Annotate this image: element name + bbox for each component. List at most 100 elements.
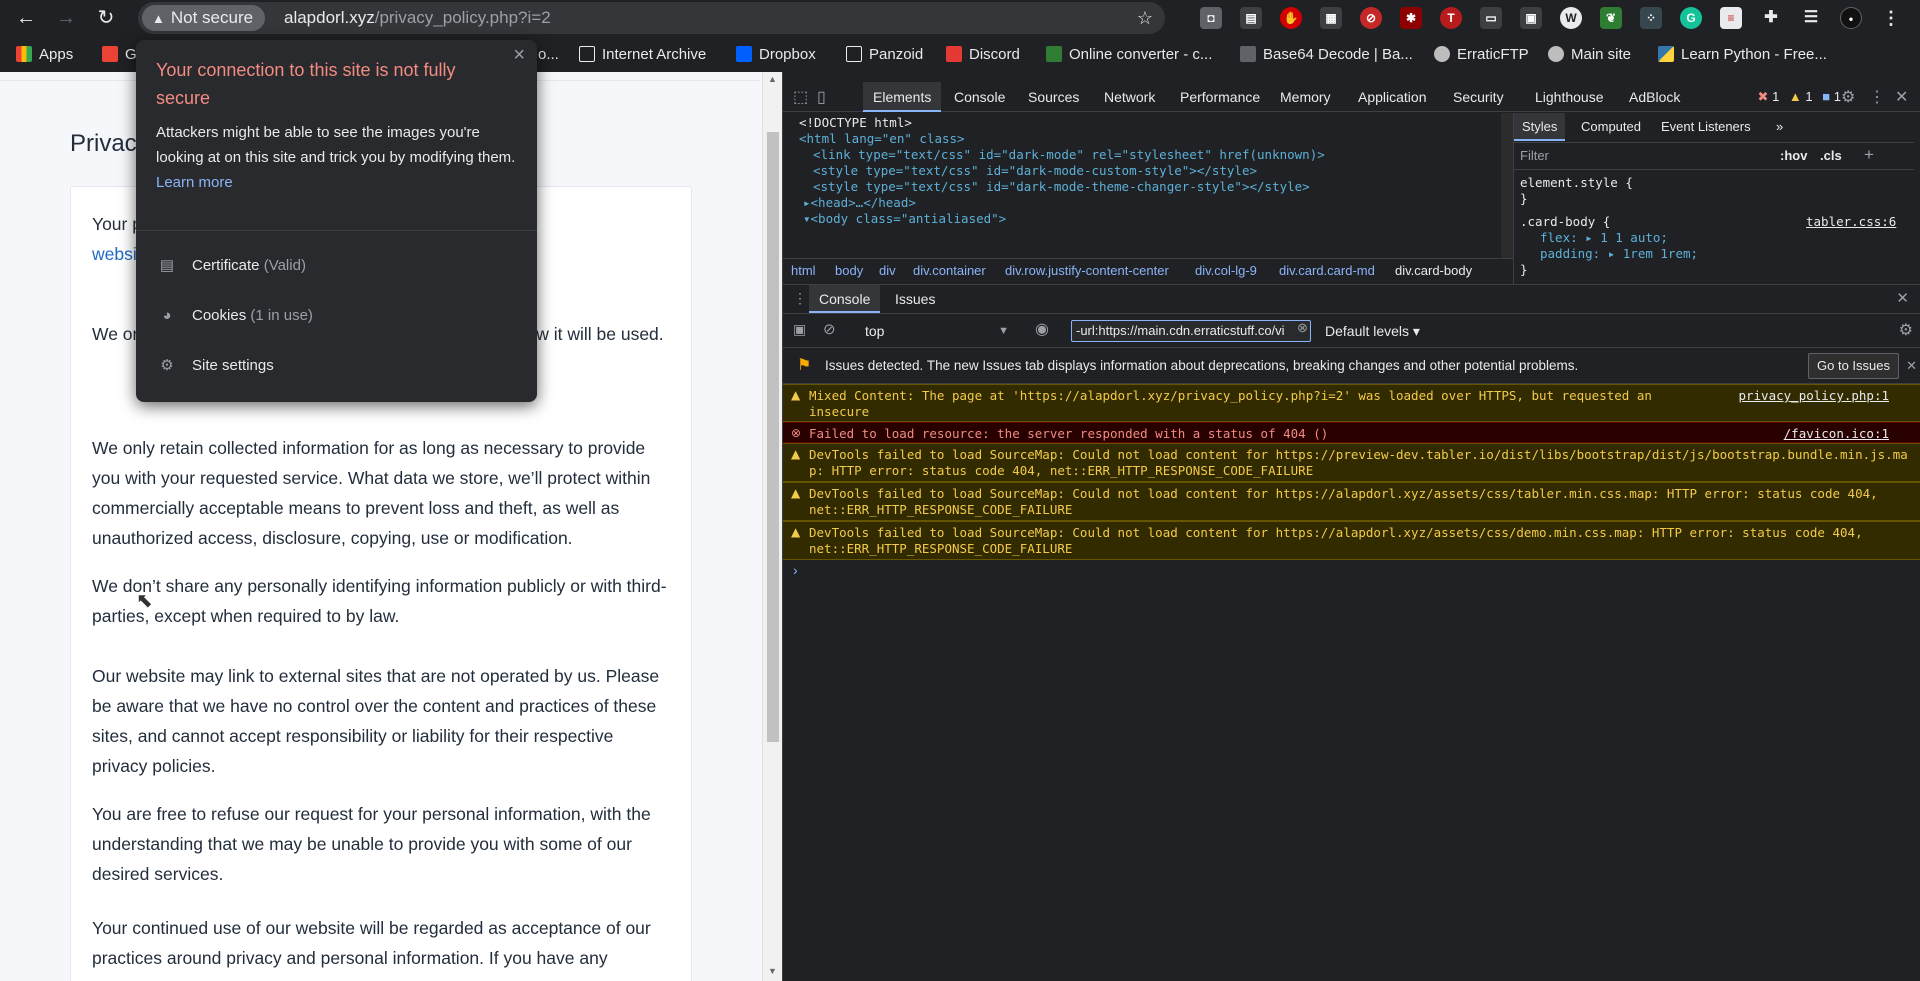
grid-extension-icon[interactable]: ▦ [1320,7,1342,29]
clear-console-icon[interactable]: ⊘ [823,320,836,338]
close-devtools-icon[interactable]: ✕ [1895,87,1908,107]
menu-kebab-icon[interactable]: ⋮ [1880,7,1902,29]
tab-console-drawer[interactable]: Console [809,285,881,313]
cls-toggle[interactable]: .cls [1820,148,1842,163]
dom-node[interactable]: <style type="text/css" id="dark-mode-cus… [813,163,1257,178]
bookmark-learn-python[interactable]: Learn Python - Free... [1658,45,1827,65]
address-bar[interactable]: ▲ Not secure alapdorl.xyz/privacy_policy.… [138,2,1165,34]
tab-computed[interactable]: Computed [1581,113,1641,141]
breadcrumb-item[interactable]: div.container [913,259,986,283]
style-source-link[interactable]: tabler.css:6 [1806,214,1896,229]
leaf-extension-icon[interactable]: ❦ [1600,7,1622,29]
devtools-menu-icon[interactable]: ⋮ [1869,87,1885,107]
window-extension-icon[interactable]: ▭ [1480,7,1502,29]
new-rule-icon[interactable]: + [1864,145,1874,165]
forward-arrow-icon[interactable]: → [52,4,80,32]
breadcrumb-item[interactable]: html [791,259,816,283]
dom-node[interactable]: <link type="text/css" id="dark-mode" rel… [813,147,1325,162]
breadcrumb-item[interactable]: body [835,259,863,283]
tab-performance[interactable]: Performance [1180,82,1260,112]
breadcrumb-item[interactable]: div [879,259,896,283]
puzzle-extensions-icon[interactable]: ✚ [1760,7,1782,29]
console-settings-gear-icon[interactable]: ⚙ [1899,320,1913,340]
live-expression-eye-icon[interactable]: ◉ [1035,319,1049,339]
url-text[interactable]: alapdorl.xyz/privacy_policy.php?i=2 [284,2,551,34]
message-source-link[interactable]: privacy_policy.php:1 [1738,388,1889,404]
popup-site-settings-row[interactable]: ⚙ Site settings [156,351,273,381]
tab-security[interactable]: Security [1453,82,1504,112]
bookmark-dropbox[interactable]: Dropbox [736,45,816,65]
breadcrumb-item[interactable]: div.row.justify-content-center [1005,259,1169,283]
bookmark-online-converter[interactable]: Online converter - c... [1046,45,1212,65]
security-chip[interactable]: ▲ Not secure [142,5,266,31]
back-arrow-icon[interactable]: ← [12,4,40,32]
doc-extension-icon[interactable]: ≡ [1720,7,1742,29]
breadcrumb-item[interactable]: div.card.card-md [1279,259,1375,283]
tab-issues-drawer[interactable]: Issues [895,285,935,313]
hov-toggle[interactable]: :hov [1780,148,1807,163]
style-rule[interactable]: element.style { [1520,175,1633,190]
tab-console[interactable]: Console [954,82,1005,112]
popup-certificate-row[interactable]: ▤ Certificate (Valid) [156,251,306,281]
close-drawer-icon[interactable]: ✕ [1896,289,1909,307]
style-property[interactable]: padding: ▸ 1rem 1rem; [1540,246,1698,261]
dom-node[interactable]: <!DOCTYPE html> [799,115,912,130]
tab-application[interactable]: Application [1358,82,1427,112]
sidebar-toggle-icon[interactable]: ▣ [793,321,806,338]
screenshot-extension-icon[interactable]: ▤ [1240,7,1262,29]
console-message-warning[interactable]: ▲ Mixed Content: The page at 'https://al… [783,384,1920,435]
console-filter-input[interactable]: -url:https://main.cdn.erraticstuff.co/vi [1071,320,1311,342]
dom-node[interactable]: <html lang="en" class> [799,131,965,146]
t-extension-icon[interactable]: T [1440,7,1462,29]
bookmark-base64[interactable]: Base64 Decode | Ba... [1240,45,1413,65]
reading-list-icon[interactable]: ☰ [1800,7,1822,29]
console-message-warning[interactable]: ▲ DevTools failed to load SourceMap: Cou… [783,521,1920,560]
log-levels-dropdown[interactable]: Default levels ▾ [1325,320,1420,342]
profile-avatar[interactable]: • [1840,7,1862,29]
issue-counters[interactable]: ✖ 1 ▲ 1 ■ 1 [1758,82,1841,112]
camera-extension-icon[interactable]: ◘ [1200,7,1222,29]
dom-node[interactable]: ▾<body class="antialiased"> [803,211,1006,226]
tab-styles[interactable]: Styles [1514,113,1566,141]
device-toolbar-icon[interactable]: ▯ [817,87,826,107]
block-extension-icon[interactable]: ⊘ [1360,7,1382,29]
style-property[interactable]: flex: ▸ 1 1 auto; [1540,230,1668,245]
console-prompt[interactable]: › [793,562,798,578]
tab-network[interactable]: Network [1104,82,1155,112]
console-message-warning[interactable]: ▲ DevTools failed to load SourceMap: Cou… [783,443,1920,482]
learn-more-link[interactable]: Learn more [156,174,233,191]
grammarly-icon[interactable]: G [1680,7,1702,29]
bug-extension-icon[interactable]: ✱ [1400,7,1422,29]
close-icon[interactable]: × [513,44,525,67]
image-extension-icon[interactable]: ▣ [1520,7,1542,29]
hand-extension-icon[interactable]: ✋ [1280,7,1302,29]
bookmark-main-site[interactable]: Main site [1548,45,1631,65]
scroll-up-icon[interactable]: ▲ [768,74,777,84]
bookmark-panzoid[interactable]: Panzoid [846,45,923,65]
tab-sources[interactable]: Sources [1028,82,1079,112]
elements-tree[interactable]: <!DOCTYPE html> <html lang="en" class> <… [783,113,1501,258]
page-scrollbar[interactable]: ▲ ▼ [762,72,782,981]
page-scrollbar-thumb[interactable] [767,132,779,742]
drawer-menu-icon[interactable]: ⋮ [793,290,807,307]
bookmark-star-icon[interactable]: ☆ [1137,2,1153,34]
message-source-link[interactable]: /favicon.ico:1 [1784,426,1889,442]
tab-event-listeners[interactable]: Event Listeners [1661,113,1751,141]
reload-icon[interactable]: ↻ [92,4,120,32]
tab-memory[interactable]: Memory [1280,82,1331,112]
dom-node[interactable]: ▸<head>…</head> [803,195,916,210]
settings-gear-icon[interactable]: ⚙ [1841,87,1855,107]
bookmark-erraticftp[interactable]: ErraticFTP [1434,45,1529,65]
dismiss-banner-icon[interactable]: ✕ [1906,348,1917,384]
style-rule[interactable]: .card-body { [1520,214,1610,229]
bookmark-internet-archive[interactable]: Internet Archive [579,45,706,65]
styles-filter-input[interactable]: Filter [1520,148,1549,163]
tab-elements[interactable]: Elements [863,82,942,112]
tab-lighthouse[interactable]: Lighthouse [1535,82,1604,112]
dots-extension-icon[interactable]: ⁘ [1640,7,1662,29]
bookmark-apps[interactable]: Apps [16,45,73,65]
bookmark-discord[interactable]: Discord [946,45,1020,65]
scroll-down-icon[interactable]: ▼ [768,966,777,976]
tab-adblock[interactable]: AdBlock [1629,82,1680,112]
bookmark-gmail[interactable]: G [102,45,137,65]
